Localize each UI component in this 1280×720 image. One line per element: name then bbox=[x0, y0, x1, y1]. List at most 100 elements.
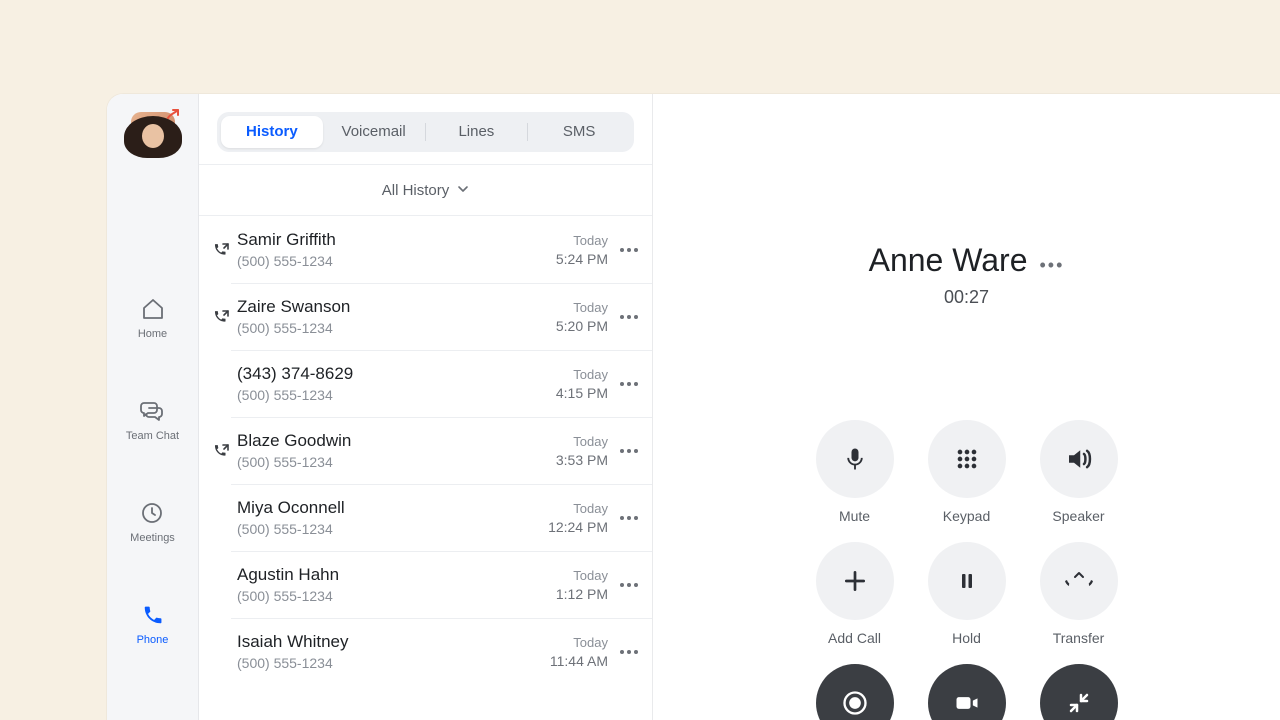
button-label: Speaker bbox=[1052, 508, 1104, 524]
call-row[interactable]: Isaiah Whitney (500) 555-1234 Today 11:4… bbox=[199, 618, 652, 685]
call-more-icon[interactable] bbox=[614, 369, 644, 399]
nav-team-chat[interactable]: Team Chat bbox=[126, 398, 179, 442]
call-time: Today 12:24 PM bbox=[548, 501, 608, 535]
transfer-button[interactable]: Transfer bbox=[1040, 542, 1118, 646]
call-info: Miya Oconnell (500) 555-1234 bbox=[237, 498, 548, 537]
call-row[interactable]: Zaire Swanson (500) 555-1234 Today 5:20 … bbox=[199, 283, 652, 350]
call-hour: 5:20 PM bbox=[556, 318, 608, 334]
call-time: Today 5:20 PM bbox=[556, 300, 608, 334]
call-controls: Mute Keypad Speaker bbox=[799, 420, 1135, 720]
call-info: Blaze Goodwin (500) 555-1234 bbox=[237, 431, 556, 470]
keypad-icon bbox=[928, 420, 1006, 498]
call-info: Zaire Swanson (500) 555-1234 bbox=[237, 297, 556, 336]
call-list: Samir Griffith (500) 555-1234 Today 5:24… bbox=[199, 216, 652, 720]
call-number: (500) 555-1234 bbox=[237, 521, 548, 537]
mute-button[interactable]: Mute bbox=[816, 420, 894, 524]
call-more-icon[interactable] bbox=[614, 570, 644, 600]
call-row[interactable]: Samir Griffith (500) 555-1234 Today 5:24… bbox=[199, 216, 652, 283]
call-day: Today bbox=[548, 501, 608, 516]
call-timer: 00:27 bbox=[944, 287, 989, 308]
call-row[interactable]: Miya Oconnell (500) 555-1234 Today 12:24… bbox=[199, 484, 652, 551]
call-info: Isaiah Whitney (500) 555-1234 bbox=[237, 632, 550, 671]
call-info: (343) 374-8629 (500) 555-1234 bbox=[237, 364, 556, 403]
call-number: (500) 555-1234 bbox=[237, 588, 556, 604]
clock-icon bbox=[139, 500, 165, 526]
active-call-panel: Anne Ware ••• 00:27 Mute Keypad bbox=[653, 94, 1280, 720]
video-button[interactable] bbox=[928, 664, 1006, 720]
video-icon bbox=[928, 664, 1006, 720]
nav-label: Meetings bbox=[130, 532, 175, 544]
call-time: Today 5:24 PM bbox=[556, 233, 608, 267]
keypad-button[interactable]: Keypad bbox=[928, 420, 1006, 524]
callee-more-icon[interactable]: ••• bbox=[1039, 255, 1064, 276]
speaker-button[interactable]: Speaker bbox=[1040, 420, 1118, 524]
call-name: Miya Oconnell bbox=[237, 498, 548, 518]
call-number: (500) 555-1234 bbox=[237, 320, 556, 336]
call-time: Today 11:44 AM bbox=[550, 635, 608, 669]
minimize-button[interactable] bbox=[1040, 664, 1118, 720]
call-name: Samir Griffith bbox=[237, 230, 556, 250]
call-time: Today 4:15 PM bbox=[556, 367, 608, 401]
record-icon bbox=[816, 664, 894, 720]
call-name: (343) 374-8629 bbox=[237, 364, 556, 384]
history-filter[interactable]: All History bbox=[199, 164, 652, 216]
chat-icon bbox=[139, 398, 165, 424]
call-more-icon[interactable] bbox=[614, 637, 644, 667]
call-row[interactable]: Blaze Goodwin (500) 555-1234 Today 3:53 … bbox=[199, 417, 652, 484]
call-hour: 11:44 AM bbox=[550, 653, 608, 669]
nav-label: Team Chat bbox=[126, 430, 179, 442]
call-number: (500) 555-1234 bbox=[237, 454, 556, 470]
callee-header: Anne Ware ••• bbox=[869, 242, 1065, 279]
call-number: (500) 555-1234 bbox=[237, 655, 550, 671]
call-name: Isaiah Whitney bbox=[237, 632, 550, 652]
call-more-icon[interactable] bbox=[614, 503, 644, 533]
transfer-icon bbox=[1040, 542, 1118, 620]
callee-name: Anne Ware bbox=[869, 242, 1028, 279]
history-panel: History Voicemail Lines SMS All History … bbox=[199, 94, 653, 720]
call-number: (500) 555-1234 bbox=[237, 253, 556, 269]
button-label: Keypad bbox=[943, 508, 990, 524]
call-more-icon[interactable] bbox=[614, 436, 644, 466]
nav-meetings[interactable]: Meetings bbox=[130, 500, 175, 544]
tab-history[interactable]: History bbox=[221, 116, 323, 148]
hold-button[interactable]: Hold bbox=[928, 542, 1006, 646]
button-label: Mute bbox=[839, 508, 870, 524]
speaker-icon bbox=[1040, 420, 1118, 498]
filter-label: All History bbox=[382, 182, 450, 199]
call-hour: 1:12 PM bbox=[556, 586, 608, 602]
call-time: Today 1:12 PM bbox=[556, 568, 608, 602]
call-day: Today bbox=[556, 233, 608, 248]
nav-label: Phone bbox=[137, 634, 169, 646]
call-day: Today bbox=[556, 434, 608, 449]
tab-lines[interactable]: Lines bbox=[426, 116, 528, 148]
call-day: Today bbox=[550, 635, 608, 650]
call-hour: 3:53 PM bbox=[556, 452, 608, 468]
call-row[interactable]: (343) 374-8629 (500) 555-1234 Today 4:15… bbox=[199, 350, 652, 417]
outgoing-call-icon bbox=[213, 309, 231, 325]
add-call-button[interactable]: Add Call bbox=[816, 542, 894, 646]
call-name: Agustin Hahn bbox=[237, 565, 556, 585]
call-day: Today bbox=[556, 568, 608, 583]
tab-voicemail[interactable]: Voicemail bbox=[323, 116, 425, 148]
tab-sms[interactable]: SMS bbox=[528, 116, 630, 148]
call-row[interactable]: Agustin Hahn (500) 555-1234 Today 1:12 P… bbox=[199, 551, 652, 618]
nav-label: Home bbox=[138, 328, 167, 340]
minimize-icon bbox=[1040, 664, 1118, 720]
outgoing-call-icon bbox=[213, 242, 231, 258]
call-name: Blaze Goodwin bbox=[237, 431, 556, 451]
outgoing-call-icon bbox=[213, 443, 231, 459]
call-more-icon[interactable] bbox=[614, 235, 644, 265]
call-name: Zaire Swanson bbox=[237, 297, 556, 317]
nav-phone[interactable]: Phone bbox=[137, 602, 169, 646]
record-button[interactable] bbox=[816, 664, 894, 720]
phone-icon bbox=[140, 602, 166, 628]
missed-call-badge-icon bbox=[165, 106, 183, 124]
chevron-down-icon bbox=[457, 182, 469, 199]
call-time: Today 3:53 PM bbox=[556, 434, 608, 468]
nav-home[interactable]: Home bbox=[138, 296, 167, 340]
call-day: Today bbox=[556, 367, 608, 382]
profile-avatar[interactable] bbox=[131, 112, 175, 156]
app-window: Home Team Chat Meetings Phone bbox=[107, 94, 1280, 720]
pause-icon bbox=[928, 542, 1006, 620]
call-more-icon[interactable] bbox=[614, 302, 644, 332]
